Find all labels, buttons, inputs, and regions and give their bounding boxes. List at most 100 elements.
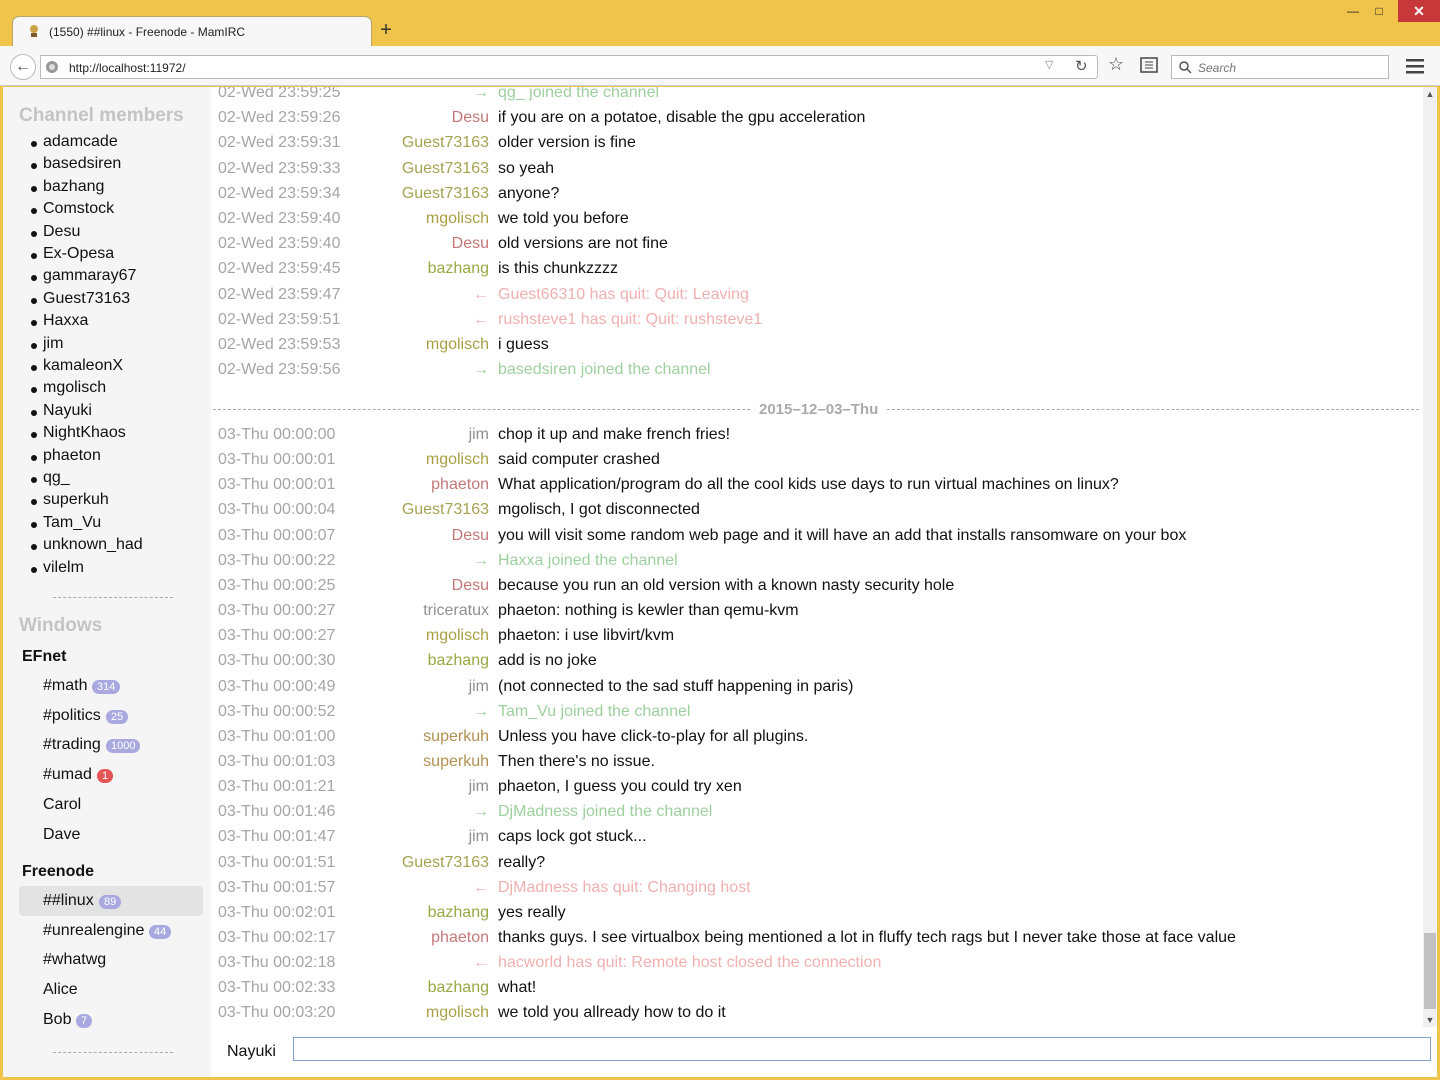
member-item[interactable]: vilelm — [43, 559, 84, 577]
network-label: Freenode — [22, 863, 95, 880]
nickname[interactable]: mgolisch — [426, 1004, 489, 1022]
message-text: phaeton, I guess you could try xen — [498, 778, 742, 796]
nickname[interactable]: Desu — [452, 109, 489, 127]
sidebar: Channel members adamcade basedsiren bazhan… — [3, 87, 211, 1077]
window-item[interactable]: Carol — [19, 790, 203, 820]
minimize-button[interactable]: — — [1340, 0, 1366, 22]
nickname[interactable]: jim — [469, 678, 489, 696]
search-input[interactable] — [1196, 59, 1382, 77]
nickname[interactable]: bazhang — [428, 652, 489, 670]
member-item[interactable]: kamaleonX — [43, 357, 123, 375]
nickname[interactable]: Guest73163 — [402, 160, 489, 178]
member-bullet — [31, 320, 37, 327]
window-item[interactable]: ##linux 89 — [19, 886, 203, 916]
message-input[interactable] — [293, 1037, 1431, 1061]
close-window-button[interactable]: ✕ — [1398, 0, 1440, 22]
window-item[interactable]: #politics 25 — [19, 701, 203, 731]
timestamp: 02-Wed 23:59:34 — [218, 184, 341, 202]
nickname[interactable]: bazhang — [428, 904, 489, 922]
nickname[interactable]: Desu — [452, 235, 489, 253]
scroll-up-icon[interactable]: ▲ — [1423, 89, 1437, 99]
member-item[interactable]: superkuh — [43, 491, 109, 509]
nickname[interactable]: triceratux — [423, 602, 489, 620]
member-item[interactable]: adamcade — [43, 133, 118, 151]
nickname[interactable]: Guest73163 — [402, 134, 489, 152]
sidebar-divider — [53, 1052, 173, 1053]
nickname[interactable]: Desu — [452, 577, 489, 595]
nickname[interactable]: mgolisch — [426, 451, 489, 469]
member-item[interactable]: Tam_Vu — [43, 514, 101, 532]
nickname[interactable]: mgolisch — [426, 210, 489, 228]
nickname[interactable]: mgolisch — [426, 627, 489, 645]
message-row: 03-Thu 00:00:07 Desu you will visit some r… — [211, 525, 1423, 550]
scroll-down-icon[interactable]: ▼ — [1423, 1015, 1437, 1025]
bookmark-star-icon[interactable]: ☆ — [1108, 54, 1124, 75]
member-item[interactable]: phaeton — [43, 447, 101, 465]
nickname[interactable]: Guest73163 — [402, 501, 489, 519]
member-item[interactable]: Nayuki — [43, 402, 92, 420]
member-item[interactable]: jim — [43, 335, 63, 353]
window-item[interactable]: Alice — [19, 975, 203, 1005]
member-item[interactable]: Comstock — [43, 200, 114, 218]
member-item[interactable]: Desu — [43, 223, 80, 241]
reading-list-icon[interactable] — [1140, 57, 1158, 73]
window-item[interactable]: Dave — [19, 820, 203, 850]
member-item[interactable]: qg_ — [43, 469, 70, 487]
message-row: 03-Thu 00:00:04 Guest73163 mgolisch, I got… — [211, 499, 1423, 524]
nickname[interactable]: mgolisch — [426, 336, 489, 354]
network-label: EFnet — [22, 648, 67, 665]
hamburger-menu-icon[interactable] — [1404, 56, 1426, 76]
member-item[interactable]: bazhang — [43, 178, 104, 196]
timestamp: 03-Thu 00:00:07 — [218, 526, 336, 544]
nickname[interactable]: Desu — [452, 527, 489, 545]
scroll-thumb[interactable] — [1424, 933, 1436, 1009]
search-box[interactable] — [1171, 55, 1389, 79]
member-bullet — [31, 566, 37, 573]
url-dropdown-icon[interactable]: ▽ — [1045, 58, 1053, 71]
window-item[interactable]: #umad 1 — [19, 760, 203, 790]
browser-tab[interactable]: (1550) ##linux - Freenode - MamIRC — [12, 16, 372, 46]
message-text: chop it up and make french fries! — [498, 426, 731, 443]
timestamp: 03-Thu 00:01:46 — [218, 803, 336, 821]
window-item[interactable]: #trading 1000 — [19, 730, 203, 760]
reload-icon[interactable]: ↻ — [1075, 57, 1088, 75]
nickname[interactable]: jim — [469, 778, 489, 796]
member-item[interactable]: basedsiren — [43, 155, 121, 173]
window-name: #trading — [43, 736, 101, 754]
mamirc-favicon-icon — [30, 25, 38, 37]
member-item[interactable]: gammaray67 — [43, 267, 136, 285]
nickname[interactable]: phaeton — [431, 476, 489, 494]
nickname[interactable]: bazhang — [428, 979, 489, 997]
member-item[interactable]: Guest73163 — [43, 290, 130, 308]
member-item[interactable]: Ex-Opesa — [43, 245, 114, 263]
nickname[interactable]: superkuh — [423, 753, 489, 771]
window-item[interactable]: Bob 7 — [19, 1005, 203, 1035]
nickname[interactable]: Guest73163 — [402, 185, 489, 203]
member-bullet — [31, 185, 37, 192]
member-item[interactable]: mgolisch — [43, 379, 106, 397]
window-item[interactable]: #math 314 — [19, 671, 203, 701]
nickname[interactable]: Guest73163 — [402, 854, 489, 872]
nickname[interactable]: bazhang — [428, 260, 489, 278]
message-row: 03-Thu 00:00:52 → Tam_Vu joined the channe… — [211, 701, 1423, 726]
message-row: 03-Thu 00:00:25 Desu because you run an ol… — [211, 575, 1423, 600]
message-row: 03-Thu 00:00:01 phaeton What application/p… — [211, 474, 1423, 499]
nickname[interactable]: jim — [469, 426, 489, 444]
nickname[interactable]: superkuh — [423, 728, 489, 746]
nickname[interactable]: jim — [469, 828, 489, 846]
message-text: qg_ joined the channel — [498, 87, 660, 101]
member-item[interactable]: unknown_had — [43, 536, 143, 554]
message-scrollbar[interactable]: ▲ ▼ — [1423, 87, 1437, 1027]
back-arrow-icon[interactable]: ← — [10, 54, 36, 80]
maximize-button[interactable]: □ — [1366, 0, 1392, 22]
url-text[interactable]: http://localhost:11972/ — [69, 61, 186, 75]
nickname[interactable]: phaeton — [431, 929, 489, 947]
window-item[interactable]: #whatwg — [19, 945, 203, 975]
new-tab-button[interactable]: + — [376, 18, 396, 42]
window-item[interactable]: #unrealengine 44 — [19, 916, 203, 946]
unread-badge: 44 — [149, 924, 172, 939]
member-item[interactable]: NightKhaos — [43, 424, 126, 442]
url-bar[interactable]: http://localhost:11972/ ▽ ↻ — [40, 55, 1098, 79]
member-item[interactable]: Haxxa — [43, 312, 88, 330]
message-row: 03-Thu 00:01:57 ← DjMadness has quit: Chan… — [211, 877, 1423, 902]
